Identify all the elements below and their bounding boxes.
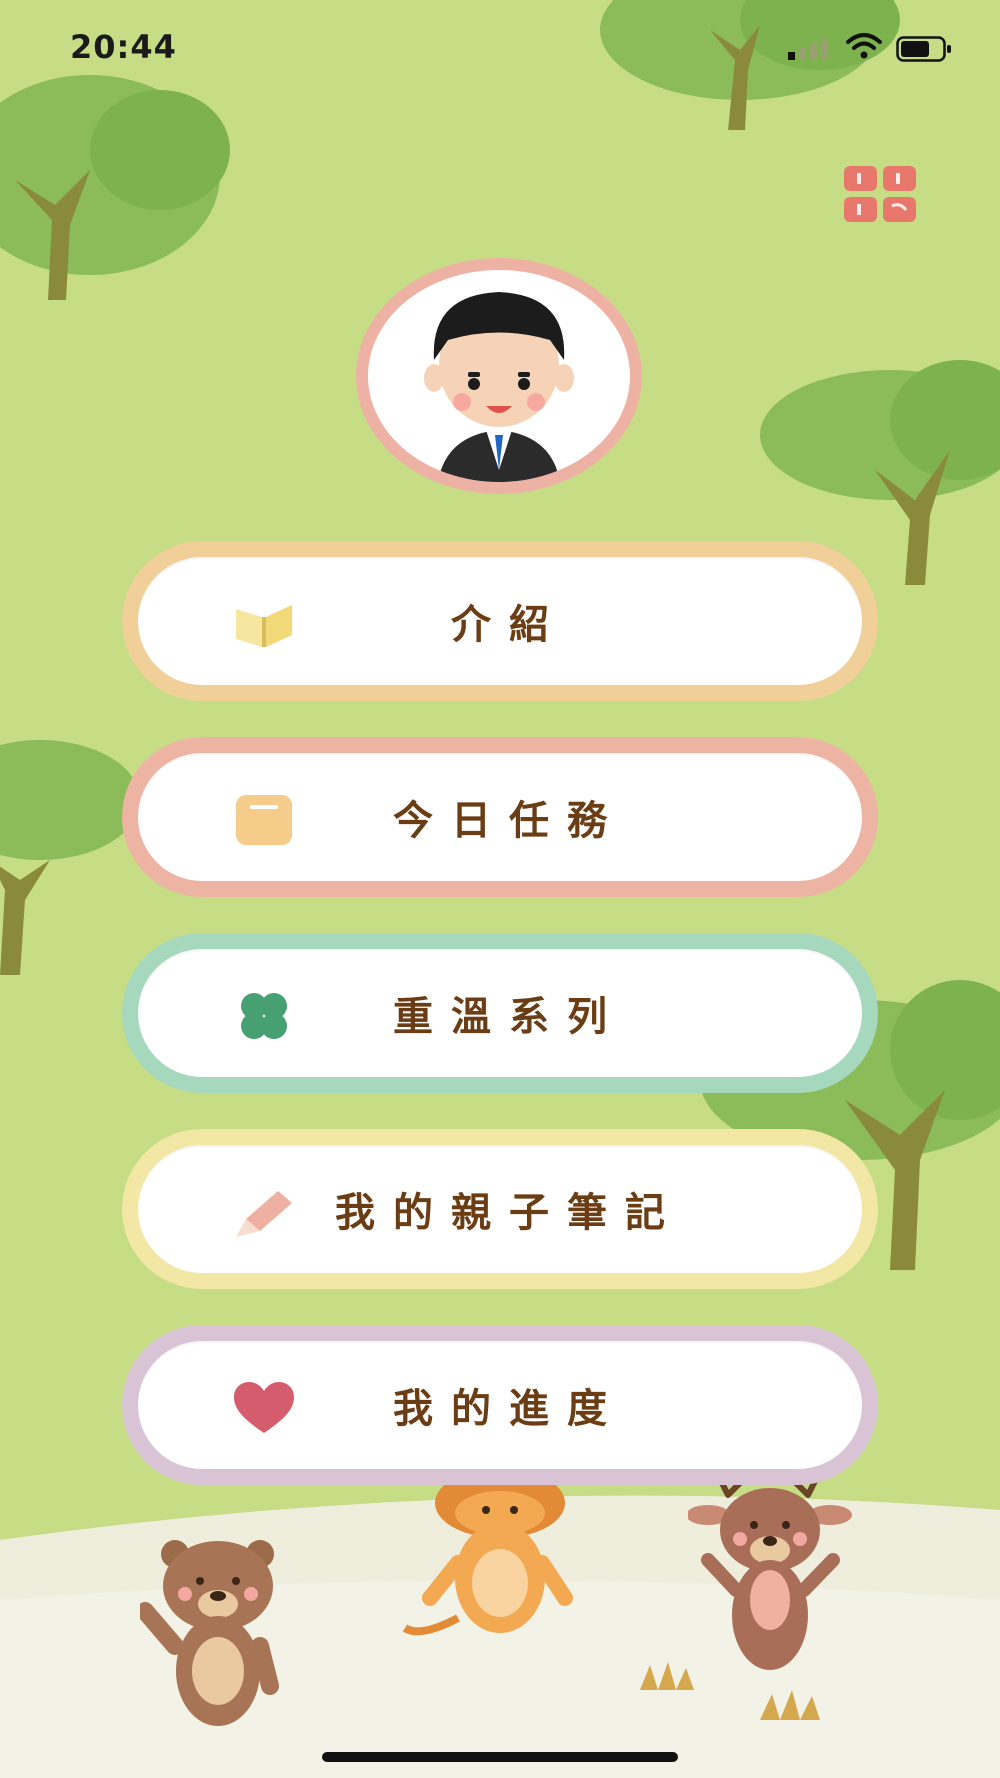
lion-illustration [402, 1478, 573, 1636]
review-button-body: 重溫系列 [138, 949, 862, 1077]
deer-illustration [688, 1475, 852, 1670]
notes-label: 我的親子筆記 [335, 1190, 683, 1236]
avatar[interactable] [356, 258, 642, 494]
tree-left-middle [0, 740, 140, 860]
tree-right-middle [760, 360, 1000, 500]
battery-icon [896, 36, 951, 62]
review-button[interactable]: 重溫系列 [122, 933, 878, 1093]
home-indicator[interactable] [322, 1752, 678, 1762]
review-label: 重溫系列 [393, 994, 625, 1040]
progress-label: 我的進度 [393, 1386, 625, 1432]
tree-top-left [0, 75, 230, 275]
status-time: 20:44 [70, 28, 177, 66]
tasks-button-body: 今日任務 [138, 753, 862, 881]
wifi-icon [846, 33, 882, 59]
tasks-button[interactable]: 今日任務 [122, 737, 878, 897]
progress-button[interactable]: 我的進度 [122, 1325, 878, 1485]
notes-button[interactable]: 我的親子筆記 [122, 1129, 878, 1289]
signal-icon [788, 39, 828, 60]
bear-illustration [140, 1540, 279, 1726]
intro-button[interactable]: 介紹 [122, 541, 878, 701]
intro-button-body: 介紹 [138, 557, 862, 685]
tasks-label: 今日任務 [393, 798, 625, 844]
intro-label: 介紹 [451, 602, 567, 648]
notes-button-body: 我的親子筆記 [138, 1145, 862, 1273]
grid-menu-icon[interactable] [844, 166, 918, 224]
progress-button-body: 我的進度 [138, 1341, 862, 1469]
boy-avatar-illustration [424, 292, 574, 482]
